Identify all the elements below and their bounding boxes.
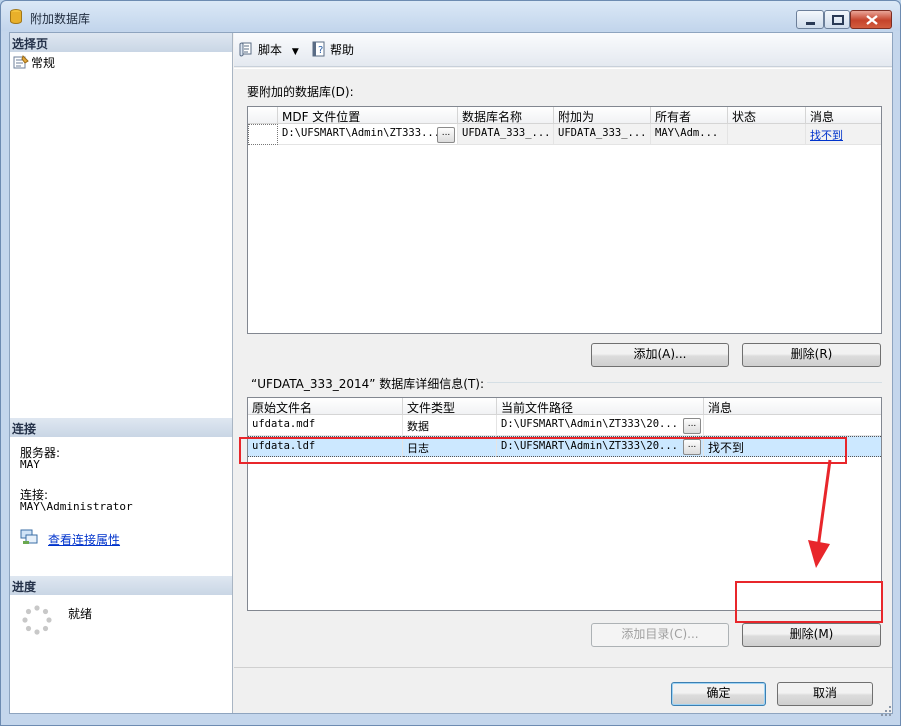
message-link[interactable]: 找不到 xyxy=(810,129,843,142)
column-header[interactable]: 消息 xyxy=(704,398,881,415)
minimize-button[interactable] xyxy=(796,10,824,29)
original-filename-cell[interactable]: ufdata.mdf xyxy=(248,415,403,436)
attach-databases-grid[interactable]: MDF 文件位置 数据库名称 附加为 所有者 状态 消息 D:\UFSMART\… xyxy=(247,106,882,334)
owner-cell[interactable]: MAY\Adm... xyxy=(651,124,728,145)
select-page-header: 选择页 xyxy=(10,33,232,52)
column-header[interactable]: 状态 xyxy=(728,107,806,124)
message-cell[interactable]: 找不到 xyxy=(806,124,881,145)
close-button[interactable] xyxy=(850,10,892,29)
column-header[interactable]: 当前文件路径 xyxy=(497,398,704,415)
connection-value: MAY\Administrator xyxy=(20,500,133,513)
browse-mdf-button[interactable]: ... xyxy=(437,127,455,143)
script-icon xyxy=(239,42,252,57)
page-properties-icon xyxy=(13,55,29,69)
maximize-icon xyxy=(832,15,844,25)
remove-database-button[interactable]: 删除(R) xyxy=(742,343,881,367)
database-details-label: “UFDATA_333_2014” 数据库详细信息(T): xyxy=(251,377,485,391)
browse-path-button[interactable]: ... xyxy=(683,418,701,434)
column-header[interactable]: 原始文件名 xyxy=(248,398,403,415)
help-icon: ? xyxy=(312,41,325,57)
connection-header: 连接 xyxy=(10,418,232,437)
svg-text:?: ? xyxy=(318,45,323,56)
column-header[interactable]: 数据库名称 xyxy=(458,107,554,124)
help-button[interactable]: ? 帮助 xyxy=(311,41,354,59)
view-connection-properties-link[interactable]: 查看连接属性 xyxy=(48,531,120,548)
file-type-cell[interactable]: 数据 xyxy=(403,415,497,436)
connection-info: 连接: MAY\Administrator xyxy=(20,489,133,513)
status-cell xyxy=(728,124,806,145)
connection-properties-icon xyxy=(20,529,38,544)
remove-file-button[interactable]: 删除(M) xyxy=(742,623,881,647)
ok-button[interactable]: 确定 xyxy=(671,682,766,706)
attach-databases-label: 要附加的数据库(D): xyxy=(247,85,354,99)
resize-grip-icon[interactable] xyxy=(880,705,892,717)
progress-spinner-icon xyxy=(22,605,52,635)
minimize-icon xyxy=(806,22,815,25)
server-value: MAY xyxy=(20,458,40,471)
toolbar: 脚本 ▼ ? 帮助 xyxy=(234,33,892,67)
column-header[interactable]: 附加为 xyxy=(554,107,651,124)
annotation-highlight-row xyxy=(239,437,847,464)
left-pane: 选择页 常规 连接 服务器: MAY 连接: MAY\Administrator xyxy=(10,33,233,713)
progress-status: 就绪 xyxy=(68,607,93,621)
attach-as-cell[interactable]: UFDATA_333_... xyxy=(554,124,651,145)
database-icon xyxy=(10,9,22,24)
add-database-button[interactable]: 添加(A)... xyxy=(591,343,729,367)
annotation-highlight-button xyxy=(735,581,883,623)
close-icon xyxy=(866,15,878,25)
add-catalog-button[interactable]: 添加目录(C)... xyxy=(591,623,729,647)
database-name-cell[interactable]: UFDATA_333_... xyxy=(458,124,554,145)
title-bar[interactable]: 附加数据库 xyxy=(1,1,900,31)
dropdown-arrow-icon: ▼ xyxy=(291,47,299,57)
row-selector[interactable] xyxy=(248,124,278,145)
column-header[interactable]: 所有者 xyxy=(651,107,728,124)
database-details-grid[interactable]: 原始文件名 文件类型 当前文件路径 消息 ufdata.mdf 数据 D:\UF… xyxy=(247,397,882,611)
column-header[interactable]: 消息 xyxy=(806,107,881,124)
cancel-button[interactable]: 取消 xyxy=(777,682,873,706)
progress-header: 进度 xyxy=(10,576,232,595)
details-separator xyxy=(487,382,882,383)
message-cell xyxy=(704,415,881,436)
current-path-cell[interactable]: D:\UFSMART\Admin\ZT333\20... xyxy=(497,415,704,436)
script-button[interactable]: 脚本 ▼ xyxy=(239,41,299,59)
window-title: 附加数据库 xyxy=(30,12,91,26)
page-general[interactable]: 常规 xyxy=(13,54,55,70)
annotation-arrow-icon xyxy=(808,459,832,568)
row-selector-header xyxy=(248,107,278,124)
page-general-label: 常规 xyxy=(31,56,56,70)
footer-separator xyxy=(234,667,892,668)
maximize-button[interactable] xyxy=(824,10,850,29)
column-header[interactable]: MDF 文件位置 xyxy=(278,107,458,124)
server-info: 服务器: MAY xyxy=(20,447,60,471)
column-header[interactable]: 文件类型 xyxy=(403,398,497,415)
script-label: 脚本 xyxy=(258,43,283,57)
mdf-location-cell[interactable]: D:\UFSMART\Admin\ZT333... xyxy=(278,124,458,145)
help-label: 帮助 xyxy=(330,43,355,57)
